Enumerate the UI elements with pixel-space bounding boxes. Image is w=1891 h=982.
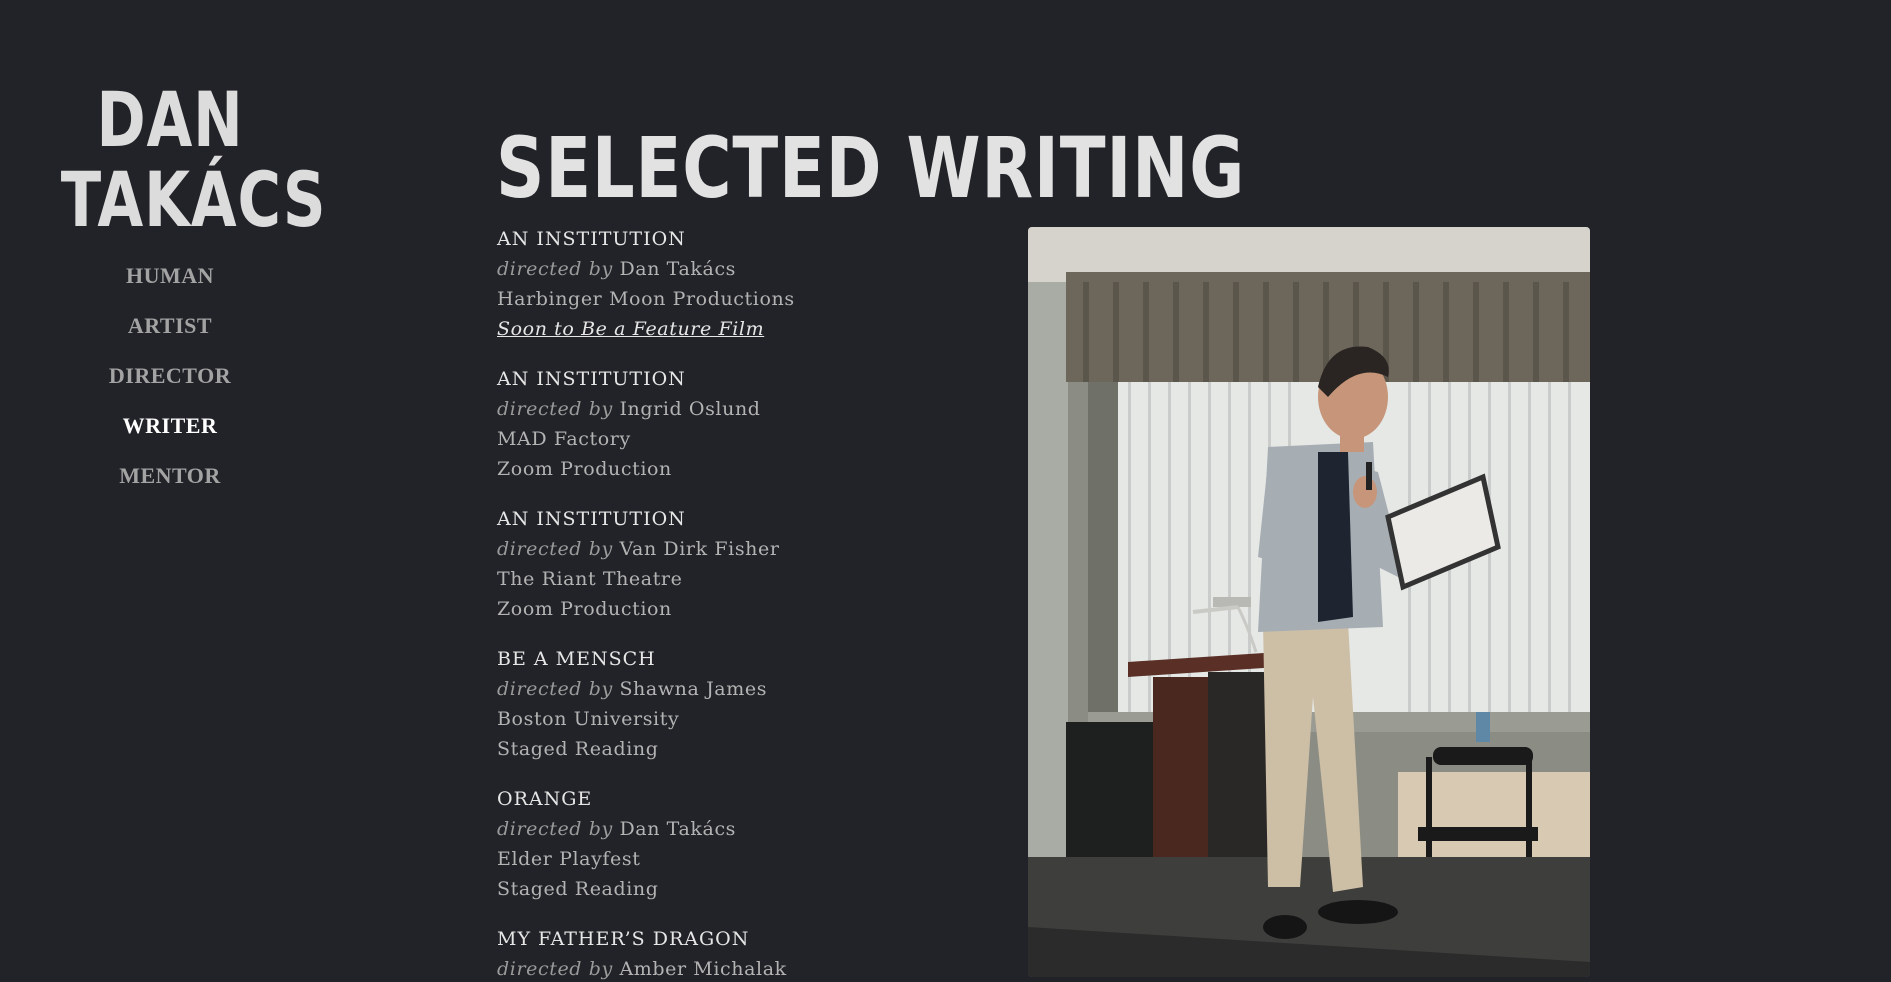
site-title[interactable]: DAN TAKÁCS: [60, 75, 327, 244]
work-title: AN INSTITUTION: [497, 368, 686, 390]
work-company: Elder Playfest: [497, 848, 641, 870]
work-item: AN INSTITUTION directed by Van Dirk Fish…: [497, 504, 997, 624]
directed-by-label: directed by: [497, 678, 613, 700]
directed-by-label: directed by: [497, 958, 613, 980]
nav-item-artist[interactable]: ARTIST: [30, 308, 310, 358]
work-title: MY FATHER’S DRAGON: [497, 928, 750, 950]
work-title: ORANGE: [497, 788, 593, 810]
directed-by-label: directed by: [497, 398, 613, 420]
work-title: AN INSTITUTION: [497, 508, 686, 530]
directed-by-label: directed by: [497, 818, 613, 840]
work-director: Ingrid Oslund: [619, 398, 761, 420]
work-company: Boston University: [497, 708, 680, 730]
site-title-line-1: DAN: [96, 75, 244, 164]
work-company: Harbinger Moon Productions: [497, 288, 795, 310]
work-director-line: directed by Amber Michalak: [497, 954, 997, 982]
work-director-line: directed by Van Dirk Fisher: [497, 534, 997, 564]
work-director: Dan Takács: [619, 818, 737, 840]
work-director-line: directed by Dan Takács: [497, 814, 997, 844]
work-director-line: directed by Dan Takács: [497, 254, 997, 284]
work-item: BE A MENSCH directed by Shawna James Bos…: [497, 644, 997, 764]
work-note: Zoom Production: [497, 598, 672, 620]
nav-item-writer[interactable]: WRITER: [30, 408, 310, 458]
work-director: Shawna James: [619, 678, 768, 700]
works-list: AN INSTITUTION directed by Dan Takács Ha…: [497, 224, 997, 982]
work-director: Dan Takács: [619, 258, 737, 280]
page-title: SELECTED WRITING: [496, 119, 1246, 217]
work-title: BE A MENSCH: [497, 648, 656, 670]
work-note: Staged Reading: [497, 738, 659, 760]
main-nav: HUMAN ARTIST DIRECTOR WRITER MENTOR: [30, 258, 310, 508]
work-company: The Riant Theatre: [497, 568, 683, 590]
nav-item-director[interactable]: DIRECTOR: [30, 358, 310, 408]
writer-photo: [1028, 227, 1590, 977]
work-director: Van Dirk Fisher: [619, 538, 780, 560]
work-note: Staged Reading: [497, 878, 659, 900]
site-title-line-2: TAKÁCS: [60, 155, 327, 244]
work-company: MAD Factory: [497, 428, 631, 450]
work-director-line: directed by Shawna James: [497, 674, 997, 704]
feature-film-link[interactable]: Soon to Be a Feature Film: [497, 318, 764, 340]
work-director-line: directed by Ingrid Oslund: [497, 394, 997, 424]
work-director: Amber Michalak: [619, 958, 787, 980]
work-note: Zoom Production: [497, 458, 672, 480]
directed-by-label: directed by: [497, 258, 613, 280]
directed-by-label: directed by: [497, 538, 613, 560]
photo-illustration: [1028, 227, 1590, 977]
work-title: AN INSTITUTION: [497, 228, 686, 250]
work-item: AN INSTITUTION directed by Dan Takács Ha…: [497, 224, 997, 344]
work-item: AN INSTITUTION directed by Ingrid Oslund…: [497, 364, 997, 484]
nav-item-human[interactable]: HUMAN: [30, 258, 310, 308]
page: DAN TAKÁCS HUMAN ARTIST DIRECTOR WRITER …: [0, 0, 1891, 982]
work-item: ORANGE directed by Dan Takács Elder Play…: [497, 784, 997, 904]
work-item: MY FATHER’S DRAGON directed by Amber Mic…: [497, 924, 997, 982]
work-note-line: Soon to Be a Feature Film: [497, 314, 997, 344]
nav-item-mentor[interactable]: MENTOR: [30, 458, 310, 508]
